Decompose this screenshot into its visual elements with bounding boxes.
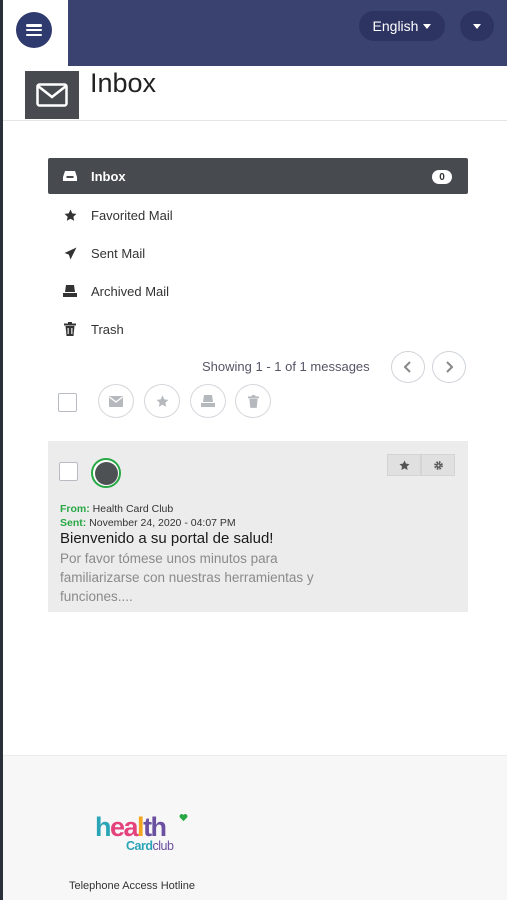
- message-actions: [387, 454, 455, 476]
- sent-value: November 24, 2020 - 04:07 PM: [89, 517, 236, 529]
- caret-down-icon: [473, 23, 481, 29]
- trash-icon: [247, 394, 259, 408]
- prev-page-button[interactable]: [391, 351, 425, 383]
- divider: [3, 120, 507, 121]
- user-menu-dropdown[interactable]: [460, 11, 494, 41]
- folder-label: Archived Mail: [91, 283, 170, 299]
- logo-subtitle: Cardclub: [126, 839, 174, 853]
- next-page-button[interactable]: [432, 351, 466, 383]
- sender-avatar: [91, 458, 121, 488]
- mark-read-button[interactable]: [98, 384, 134, 418]
- language-label: English: [372, 18, 419, 34]
- folder-item-favorited[interactable]: Favorited Mail: [48, 196, 468, 234]
- folder-list: Inbox 0 Favorited Mail Sent Mail Archive…: [48, 158, 468, 348]
- folder-label: Sent Mail: [91, 245, 146, 261]
- folder-item-archived[interactable]: Archived Mail: [48, 272, 468, 310]
- archive-selected-button[interactable]: [190, 384, 226, 418]
- heart-icon: [179, 814, 188, 822]
- folder-item-trash[interactable]: Trash: [48, 310, 468, 348]
- favorite-message-button[interactable]: [387, 454, 421, 476]
- select-all-checkbox[interactable]: [58, 393, 77, 412]
- telephone-hotline-link[interactable]: Telephone Access Hotline: [69, 880, 195, 892]
- message-preview: Por favor tómese unos minutos para famil…: [60, 551, 314, 604]
- pagination-summary: Showing 1 - 1 of 1 messages: [202, 359, 370, 374]
- footer: health Cardclub Telephone Access Hotline: [3, 755, 507, 900]
- envelope-icon: [25, 71, 79, 119]
- language-dropdown[interactable]: English: [359, 11, 445, 41]
- archive-icon: [62, 283, 78, 299]
- page-title: Inbox: [90, 68, 157, 98]
- page: English Inbox Inbox 0 Favorited Mail Sen…: [0, 0, 507, 900]
- message-checkbox[interactable]: [59, 462, 78, 481]
- hamburger-menu-button[interactable]: [16, 12, 52, 48]
- send-icon: [62, 245, 78, 261]
- sent-label: Sent:: [60, 517, 87, 529]
- folder-label: Trash: [91, 321, 124, 337]
- message-from: From: Health Card Club: [60, 503, 173, 515]
- hamburger-icon: [26, 24, 42, 36]
- delete-selected-button[interactable]: [235, 384, 271, 418]
- unread-count-badge: 0: [432, 170, 452, 184]
- gear-icon: [433, 460, 443, 470]
- health-card-club-logo: health Cardclub: [95, 812, 195, 858]
- folder-item-sent[interactable]: Sent Mail: [48, 234, 468, 272]
- trash-icon: [62, 321, 78, 337]
- chevron-left-icon: [403, 361, 411, 373]
- star-icon: [62, 207, 78, 223]
- menu-cell: [3, 0, 68, 66]
- top-navbar: English: [3, 0, 507, 66]
- archive-icon: [201, 395, 215, 407]
- chevron-right-icon: [446, 361, 454, 373]
- caret-down-icon: [423, 23, 432, 29]
- folder-item-inbox[interactable]: Inbox 0: [48, 158, 468, 194]
- message-sent-date: Sent: November 24, 2020 - 04:07 PM: [60, 517, 236, 529]
- from-label: From:: [60, 503, 90, 515]
- star-icon: [156, 395, 168, 407]
- message-settings-button[interactable]: [421, 454, 455, 476]
- star-icon: [398, 459, 410, 470]
- folder-label: Inbox: [91, 168, 126, 184]
- envelope-icon: [109, 395, 123, 407]
- from-value: Health Card Club: [92, 503, 174, 515]
- message-subject: Bienvenido a su portal de salud!: [60, 530, 274, 547]
- logo-wordmark: health: [95, 812, 167, 842]
- folder-label: Favorited Mail: [91, 207, 173, 223]
- favorite-selected-button[interactable]: [144, 384, 180, 418]
- message-list-item[interactable]: From: Health Card Club Sent: November 24…: [48, 441, 468, 612]
- inbox-icon: [62, 168, 78, 184]
